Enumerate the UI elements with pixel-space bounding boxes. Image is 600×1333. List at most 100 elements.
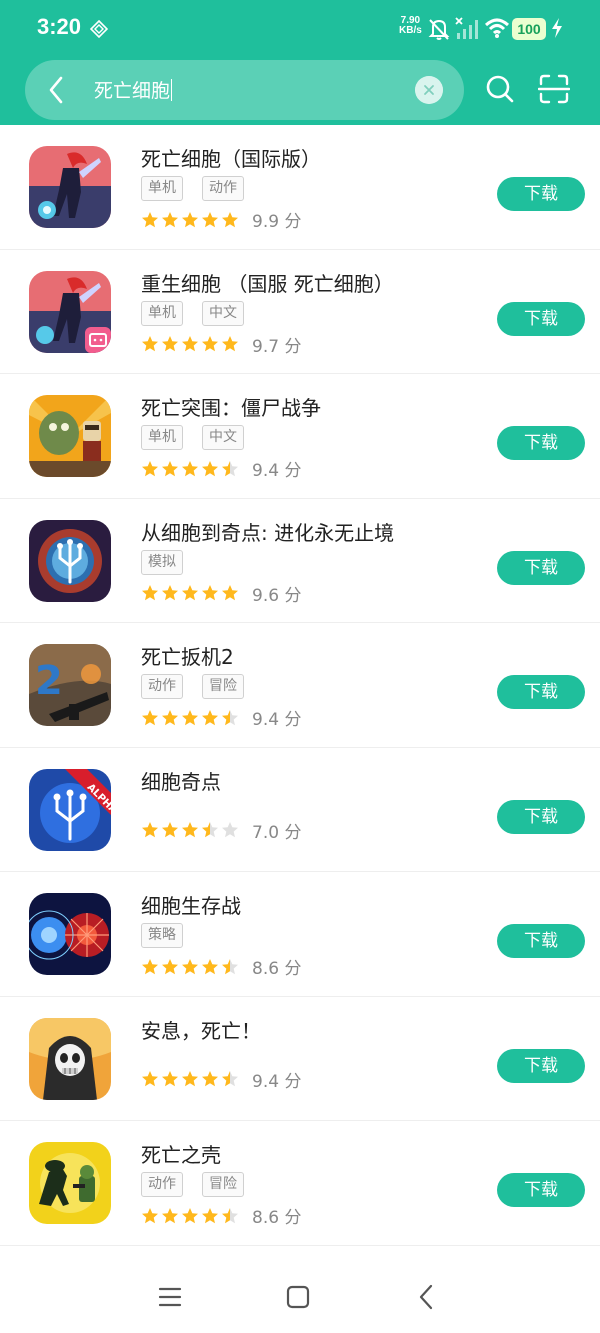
list-item[interactable]: 死亡细胞（国际版） 单机 动作 9.9 分 下载 [0,125,600,250]
mute-bell-icon [428,19,450,40]
app-icon-zombie-war [29,395,111,477]
list-item[interactable]: 细胞生存战 策略 8.6 分 下载 [0,872,600,997]
star-rating [141,1070,239,1088]
star-full-icon [182,822,198,838]
star-full-icon [142,211,158,227]
star-full-icon [142,336,158,352]
list-item[interactable]: 安息，死亡！ 9.4 分 下载 [0,997,600,1121]
star-full-icon [202,336,218,352]
battery-indicator: 100 [512,18,546,40]
search-input[interactable]: 死亡细胞 [94,76,173,103]
app-tag: 模拟 [141,549,183,575]
app-name: 从细胞到奇点: 进化永无止境 [141,520,395,545]
app-name: 安息，死亡！ [141,1018,261,1043]
star-full-icon [142,585,158,601]
download-button[interactable]: 下载 [497,426,585,460]
star-rating [141,584,239,602]
search-bar[interactable] [25,60,464,120]
download-button[interactable]: 下载 [497,177,585,211]
app-rating: 9.6 分 [141,581,301,606]
star-full-icon [202,1071,218,1087]
charging-icon [552,18,562,38]
star-full-icon [182,1207,198,1223]
star-full-icon [182,211,198,227]
app-name: 死亡之壳 [141,1143,221,1167]
app-tag: 中文 [202,300,244,326]
star-rating [141,335,239,353]
search-results-list: 死亡细胞（国际版） 单机 动作 9.9 分 下载 重生细胞 （国服 死亡细胞） … [0,125,600,1246]
star-full-icon [202,709,218,725]
star-full-icon [162,822,178,838]
app-notification-icon [90,20,108,38]
app-name: 细胞奇点 [141,769,221,794]
recent-apps-icon[interactable] [158,1285,182,1309]
app-rating: 7.0 分 [141,818,301,843]
star-half-icon [222,460,238,476]
app-name: 死亡扳机2 [141,645,234,669]
app-icon-dead-shell [29,1142,111,1224]
download-button[interactable]: 下载 [497,1173,585,1207]
app-tags: 单机 中文 [141,300,244,326]
star-full-icon [162,958,178,974]
text-cursor [171,79,173,101]
app-rating: 8.6 分 [141,1203,301,1228]
back-arrow-icon[interactable] [46,75,66,105]
app-tag: 冒险 [202,674,244,699]
app-name: 重生细胞 （国服 死亡细胞） [141,271,394,296]
list-item[interactable]: 2 死亡扳机2 动作 冒险 9.4 分 下载 [0,623,600,748]
download-button[interactable]: 下载 [497,799,585,834]
star-half-icon [222,958,238,974]
app-icon-cell-survival-war [29,893,111,975]
app-score: 9.4 分 [252,1071,302,1092]
download-button[interactable]: 下载 [497,675,585,709]
home-icon[interactable] [286,1285,310,1309]
clear-search-button[interactable] [415,76,443,104]
download-button[interactable]: 下载 [497,924,585,958]
star-full-icon [182,460,198,476]
app-tag: 动作 [141,674,183,699]
download-button[interactable]: 下载 [497,550,585,585]
svg-text:2: 2 [35,658,63,704]
star-half-icon [222,1207,238,1223]
net-speed: 7.90 KB/s [399,16,422,36]
app-rating: 9.9 分 [141,207,301,232]
star-full-icon [142,822,158,838]
star-full-icon [182,958,198,974]
star-full-icon [202,958,218,974]
app-rating: 9.4 分 [141,1067,301,1092]
download-button[interactable]: 下载 [497,301,585,336]
app-score: 9.4 分 [252,710,302,730]
star-rating [141,709,239,727]
list-item[interactable]: ALPHA 细胞奇点 7.0 分 下载 [0,748,600,872]
list-item[interactable]: 死亡突围：僵尸战争 单机 中文 9.4 分 下载 [0,374,600,499]
app-tag: 中文 [202,425,244,450]
star-full-icon [222,336,238,352]
app-icon-dead-trigger-2: 2 [29,644,111,726]
status-time: 3:20 [37,14,82,39]
star-full-icon [162,211,178,227]
scan-icon[interactable] [538,73,570,105]
app-tags: 模拟 [141,549,183,575]
star-rating [141,821,239,839]
app-tags: 单机 动作 [141,176,244,201]
nav-back-icon[interactable] [416,1283,436,1311]
download-button[interactable]: 下载 [497,1048,585,1083]
star-full-icon [162,585,178,601]
app-rating: 8.6 分 [141,954,301,979]
list-item[interactable]: 重生细胞 （国服 死亡细胞） 单机 中文 9.7 分 下载 [0,250,600,374]
star-full-icon [162,1071,178,1087]
list-item[interactable]: 从细胞到奇点: 进化永无止境 模拟 9.6 分 下载 [0,499,600,623]
net-speed-unit: KB/s [399,25,422,36]
app-score: 9.9 分 [252,212,302,232]
app-tag: 动作 [202,176,244,201]
star-full-icon [162,336,178,352]
app-tags: 动作 冒险 [141,674,244,699]
star-full-icon [142,709,158,725]
app-name: 死亡突围：僵尸战争 [141,396,321,420]
list-item[interactable]: 死亡之壳 动作 冒险 8.6 分 下载 [0,1121,600,1246]
star-full-icon [222,211,238,227]
app-tags: 策略 [141,923,183,948]
search-icon[interactable] [485,74,515,104]
app-icon-dead-cells-cn [29,270,111,353]
app-score: 8.6 分 [252,1208,302,1228]
